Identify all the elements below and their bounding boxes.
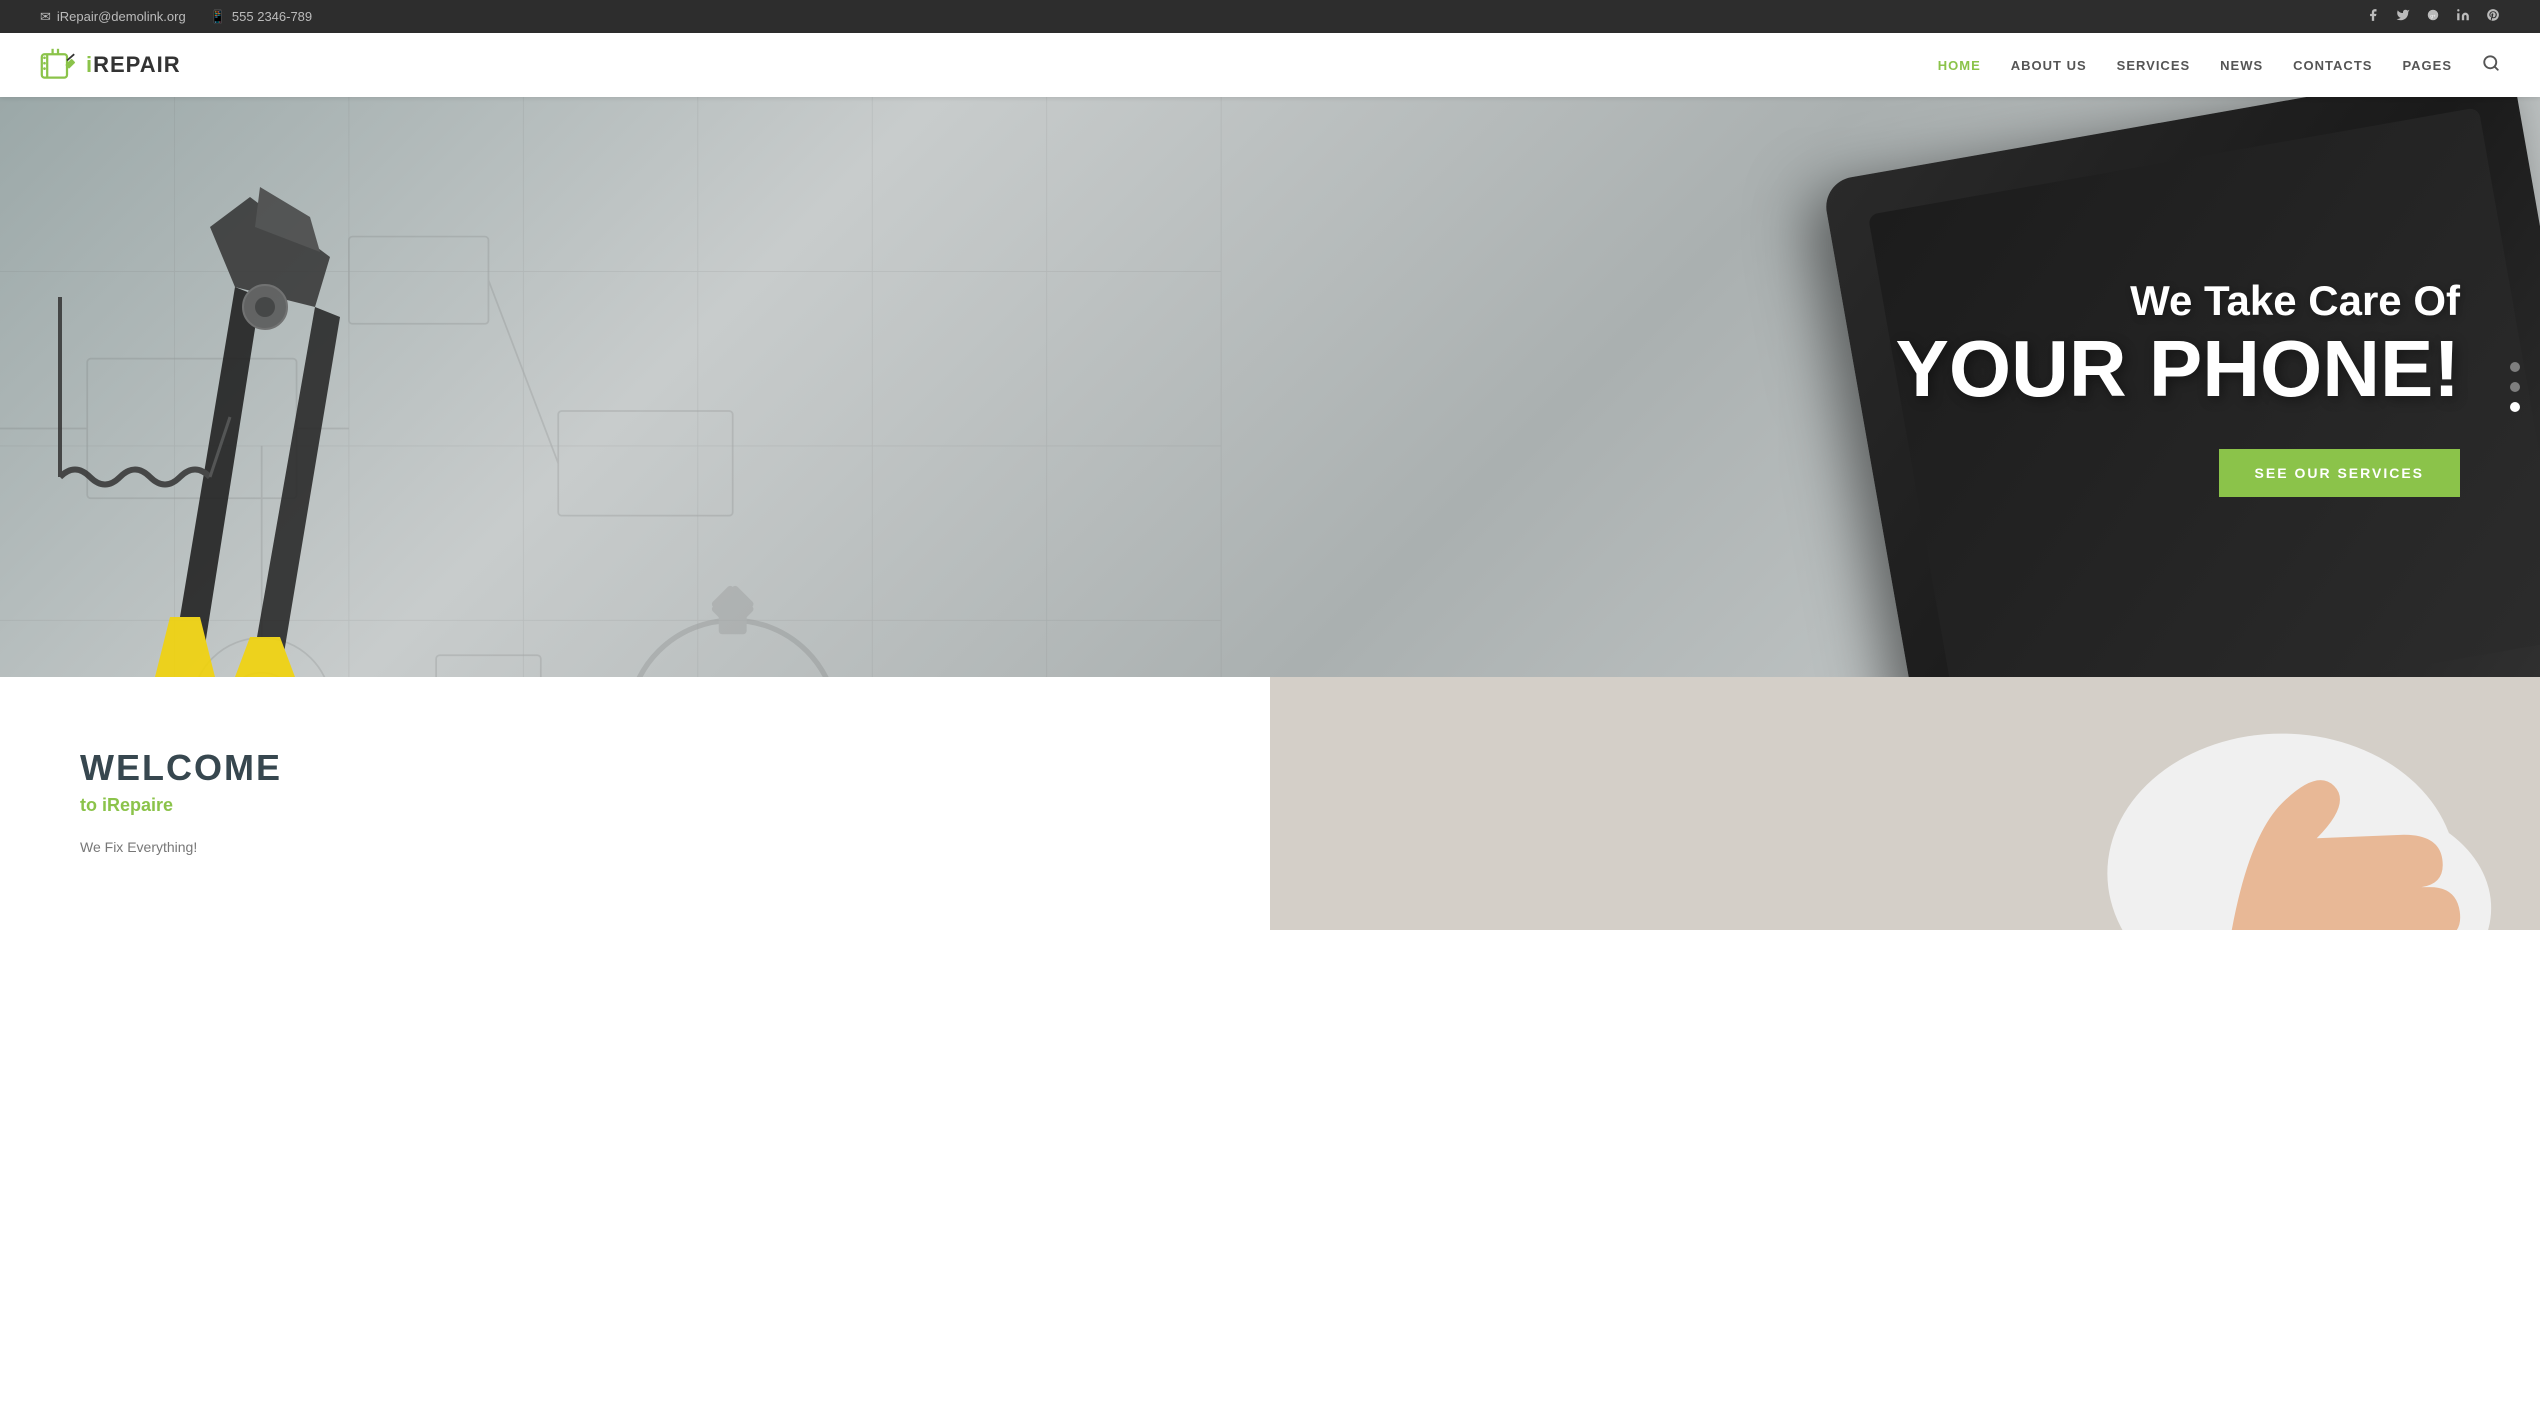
linkedin-icon[interactable] [2456, 8, 2470, 25]
welcome-content: WELCOME to iRepaire We Fix Everything! [0, 677, 1270, 930]
logo[interactable]: iREPAIR [40, 47, 181, 83]
nav-about[interactable]: ABOUT US [2011, 54, 2087, 77]
nav-pages[interactable]: PAGES [2402, 54, 2452, 77]
email-address: iRepair@demolink.org [57, 9, 186, 24]
slider-dot-3[interactable] [2510, 402, 2520, 412]
nav-links: HOME ABOUT US SERVICES NEWS CONTACTS PAG… [1938, 54, 2500, 77]
facebook-icon[interactable] [2366, 8, 2380, 25]
search-icon[interactable] [2482, 54, 2500, 77]
pliers-illustration [0, 97, 450, 677]
email-contact: ✉ iRepair@demolink.org [40, 9, 186, 25]
brand-name: iREPAIR [86, 52, 181, 78]
hero-content: We Take Care Of YOUR PHONE! SEE OUR SERV… [1896, 277, 2461, 497]
welcome-title: WELCOME [80, 747, 1190, 789]
hero-title: YOUR PHONE! [1896, 329, 2461, 409]
hero-cta-button[interactable]: SEE OUR SERVICES [2219, 449, 2460, 497]
email-icon: ✉ [40, 9, 51, 25]
phone-number: 555 2346-789 [232, 9, 312, 24]
slider-dots [2510, 362, 2520, 412]
nav-home[interactable]: HOME [1938, 54, 1981, 77]
googleplus-icon[interactable]: g+ [2426, 8, 2440, 25]
nav-contacts[interactable]: CONTACTS [2293, 54, 2372, 77]
welcome-subtitle: to iRepaire [80, 795, 1190, 816]
social-links: g+ [2366, 8, 2500, 25]
phone-contact: 📱 555 2346-789 [210, 9, 312, 25]
top-bar: ✉ iRepair@demolink.org 📱 555 2346-789 g+ [0, 0, 2540, 33]
nav-news[interactable]: NEWS [2220, 54, 2263, 77]
welcome-section: WELCOME to iRepaire We Fix Everything! [0, 677, 2540, 930]
nav-services[interactable]: SERVICES [2117, 54, 2191, 77]
top-bar-contacts: ✉ iRepair@demolink.org 📱 555 2346-789 [40, 9, 312, 25]
slider-dot-1[interactable] [2510, 362, 2520, 372]
welcome-image [1270, 677, 2540, 930]
phone-icon: 📱 [210, 9, 226, 25]
welcome-illustration [1270, 677, 2540, 930]
hero-subtitle: We Take Care Of [1896, 277, 2461, 325]
svg-text:g+: g+ [2430, 13, 2436, 18]
navbar: iREPAIR HOME ABOUT US SERVICES NEWS CONT… [0, 33, 2540, 97]
welcome-text: We Fix Everything! [80, 836, 1190, 860]
hero-section: We Take Care Of YOUR PHONE! SEE OUR SERV… [0, 97, 2540, 677]
slider-dot-2[interactable] [2510, 382, 2520, 392]
logo-icon [40, 47, 76, 83]
twitter-icon[interactable] [2396, 8, 2410, 25]
pinterest-icon[interactable] [2486, 8, 2500, 25]
